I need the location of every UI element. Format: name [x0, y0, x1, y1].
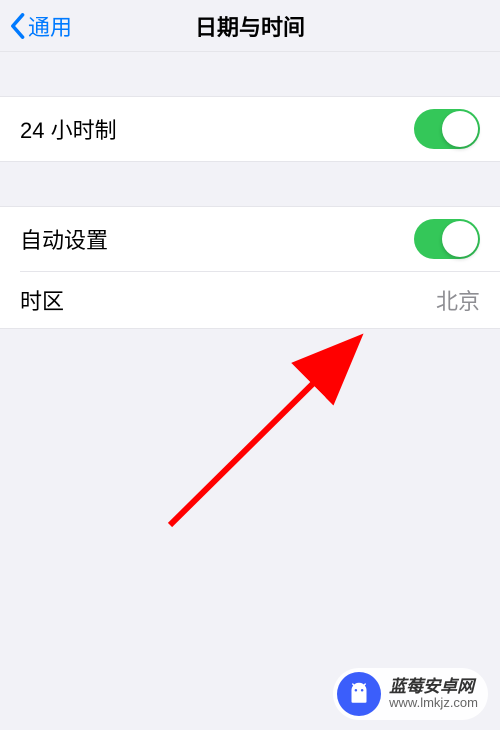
section-spacer [0, 52, 500, 96]
navigation-bar: 通用 日期与时间 [0, 0, 500, 52]
back-button[interactable]: 通用 [0, 10, 72, 42]
toggle-knob [442, 221, 478, 257]
section-spacer [0, 162, 500, 206]
row-value-time-zone: 北京 [436, 284, 480, 316]
page-title: 日期与时间 [195, 10, 305, 42]
row-24-hour-time: 24 小时制 [0, 97, 500, 161]
chevron-left-icon [8, 12, 26, 40]
toggle-24-hour-time[interactable] [414, 109, 480, 149]
settings-group-2: 自动设置 时区 北京 [0, 206, 500, 329]
watermark-title: 蓝莓安卓网 [389, 678, 478, 697]
settings-group-1: 24 小时制 [0, 96, 500, 162]
row-label: 24 小时制 [20, 113, 117, 145]
watermark-logo-icon [337, 672, 381, 716]
toggle-knob [442, 111, 478, 147]
toggle-set-automatically[interactable] [414, 219, 480, 259]
watermark: 蓝莓安卓网 www.lmkjz.com [333, 668, 488, 720]
row-label: 自动设置 [20, 223, 108, 255]
watermark-text: 蓝莓安卓网 www.lmkjz.com [389, 678, 478, 711]
annotation-arrow-icon [160, 330, 380, 540]
row-set-automatically: 自动设置 [0, 207, 500, 271]
row-time-zone[interactable]: 时区 北京 [20, 271, 500, 328]
watermark-url: www.lmkjz.com [389, 696, 478, 710]
back-label: 通用 [28, 10, 72, 42]
row-label: 时区 [20, 284, 64, 316]
